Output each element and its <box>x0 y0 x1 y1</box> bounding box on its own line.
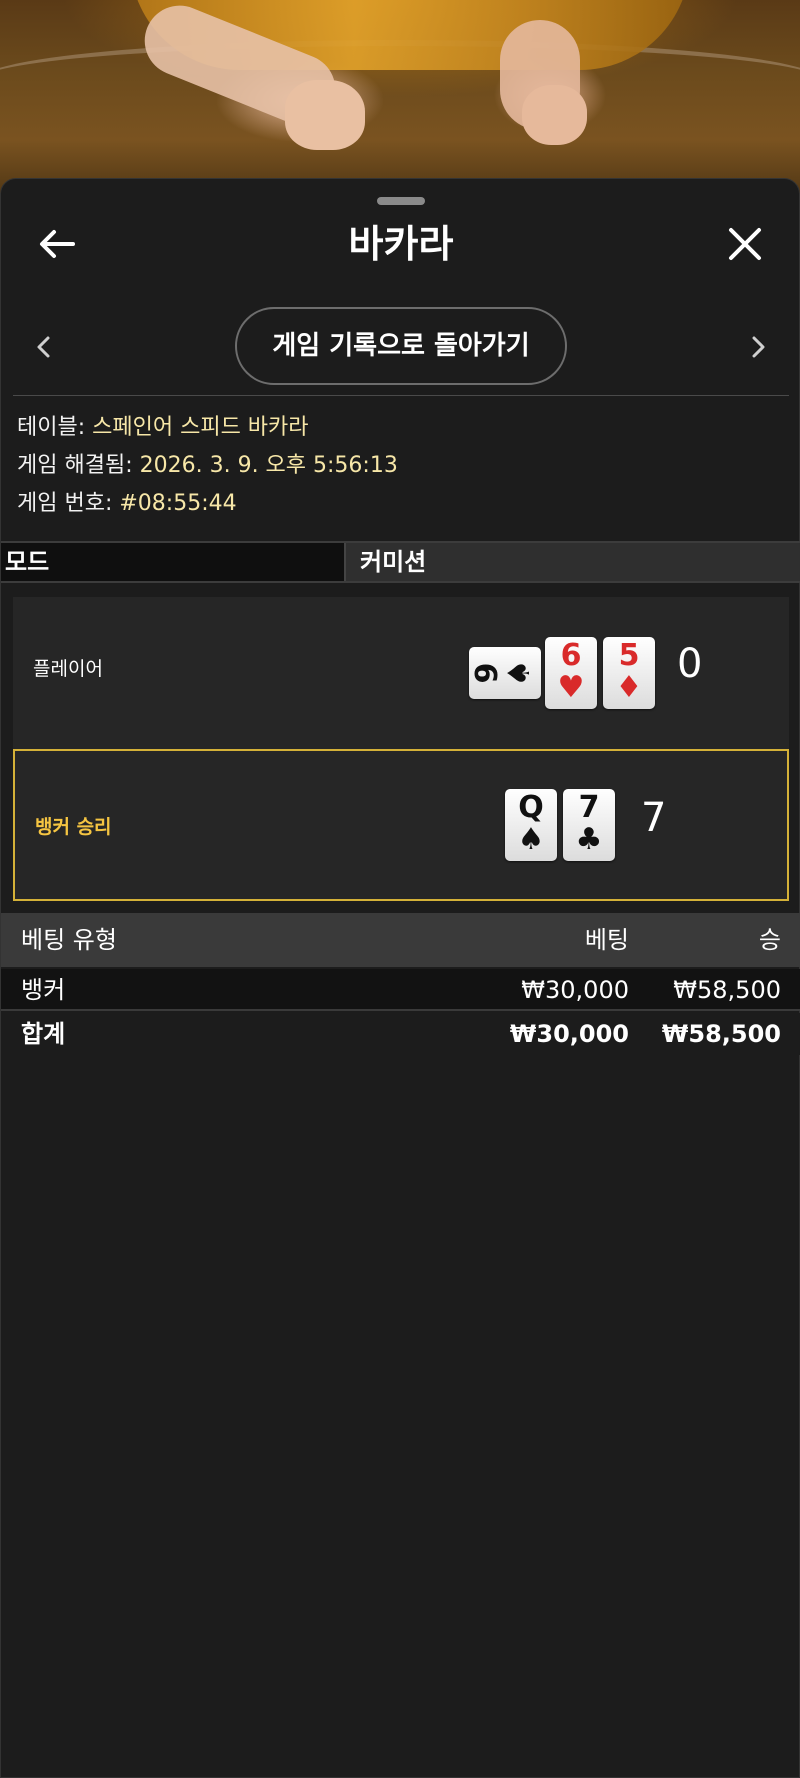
close-icon <box>729 228 761 260</box>
live-video-backdrop <box>0 0 800 200</box>
divider <box>13 395 789 396</box>
win-amount: ₩58,500 <box>673 976 781 1004</box>
bet-type: 뱅커 <box>21 976 66 1004</box>
resolved-info-row: 게임 해결됨: 2026. 3. 9. 오후 5:56:13 <box>17 447 787 485</box>
player-card-3: 5 ♦ <box>603 637 655 709</box>
heart-icon: ♥ <box>557 670 585 705</box>
commission-label: 커미션 <box>346 543 800 581</box>
player-score: 0 <box>677 641 703 687</box>
game-number-row: 게임 번호: #08:55:44 <box>17 485 787 523</box>
back-button[interactable] <box>31 221 83 267</box>
banker-result: 뱅커 승리 Q ♠ 7 ♣ 7 <box>13 749 789 901</box>
arrow-left-icon <box>40 230 75 258</box>
card-rank: 9 <box>470 662 505 684</box>
resolved-label: 게임 해결됨: <box>17 453 133 478</box>
spade-icon: ♠ <box>517 822 545 857</box>
player-card-2: 6 ♥ <box>545 637 597 709</box>
total-label: 합계 <box>21 1020 66 1048</box>
mode-row: 모드 커미션 <box>1 541 800 583</box>
table-info-row: 테이블: 스페인어 스피드 바카라 <box>17 409 787 447</box>
total-row: 합계 ₩30,000 ₩58,500 <box>1 1013 800 1055</box>
club-icon: ♣ <box>575 822 603 857</box>
game-number-value: #08:55:44 <box>119 491 237 516</box>
bet-amount-header: 베팅 <box>584 926 629 954</box>
dealer-hand-right <box>522 85 587 145</box>
total-bet: ₩30,000 <box>509 1020 629 1048</box>
banker-card-1: Q ♠ <box>505 789 557 861</box>
card-rank: 7 <box>578 790 600 825</box>
card-rank: Q <box>518 790 544 825</box>
bet-type-header: 베팅 유형 <box>21 926 117 954</box>
game-number-label: 게임 번호: <box>17 491 113 516</box>
game-detail-sheet: 바카라 게임 기록으로 돌아가기 테이블: 스페인어 스피드 바카라 게임 해결… <box>0 178 800 1778</box>
drag-handle[interactable] <box>377 197 425 205</box>
banker-score: 7 <box>641 795 667 841</box>
game-info: 테이블: 스페인어 스피드 바카라 게임 해결됨: 2026. 3. 9. 오후… <box>17 409 787 523</box>
close-button[interactable] <box>719 221 771 267</box>
bet-amount: ₩30,000 <box>521 976 629 1004</box>
diamond-icon: ♦ <box>615 670 643 705</box>
page-title: 바카라 <box>348 222 454 266</box>
table-row: 뱅커 ₩30,000 ₩58,500 <box>1 969 800 1011</box>
table-label: 테이블: <box>17 415 86 440</box>
sheet-header: 바카라 <box>1 209 800 279</box>
banker-card-2: 7 ♣ <box>563 789 615 861</box>
resolved-value: 2026. 3. 9. 오후 5:56:13 <box>139 453 398 478</box>
back-to-history-button[interactable]: 게임 기록으로 돌아가기 <box>235 307 567 385</box>
player-result: 플레이어 9 ♠ 6 ♥ 5 ♦ 0 <box>13 597 789 749</box>
player-label: 플레이어 <box>33 657 103 680</box>
card-rank: 5 <box>618 638 640 673</box>
dealer-hand-left <box>285 80 365 150</box>
table-value: 스페인어 스피드 바카라 <box>92 415 309 440</box>
win-amount-header: 승 <box>758 926 781 954</box>
banker-label: 뱅커 승리 <box>35 815 112 838</box>
card-rank: 6 <box>560 638 582 673</box>
previous-game-button[interactable] <box>23 327 63 367</box>
total-win: ₩58,500 <box>661 1020 781 1048</box>
game-navigation: 게임 기록으로 돌아가기 <box>1 307 800 387</box>
player-card-1: 9 ♠ <box>469 647 541 699</box>
spade-icon: ♠ <box>502 659 537 687</box>
mode-label: 모드 <box>1 543 346 581</box>
next-game-button[interactable] <box>739 327 779 367</box>
chevron-right-icon <box>752 336 765 358</box>
bet-table-header: 베팅 유형 베팅 승 <box>1 913 800 967</box>
chevron-left-icon <box>37 336 50 358</box>
